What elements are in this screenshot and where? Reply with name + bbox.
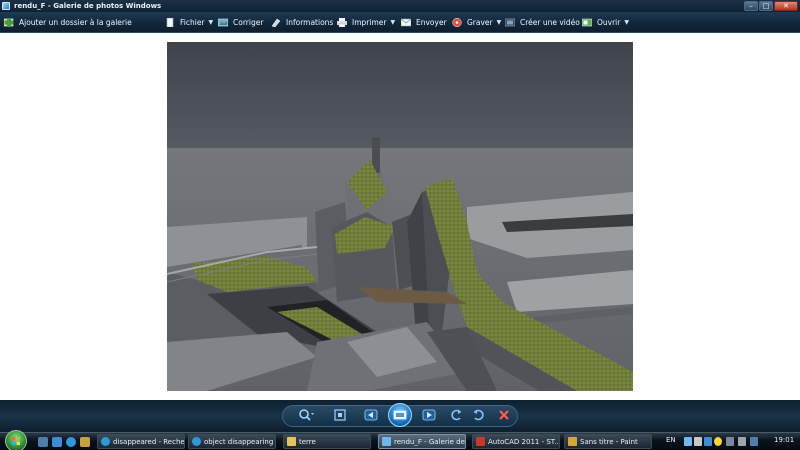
windows-logo-icon (12, 437, 20, 445)
slideshow-icon (393, 410, 407, 420)
taskbar-item-photo-gallery[interactable]: rendu_F - Galerie de... (378, 434, 466, 449)
playback-controls-bar (0, 400, 800, 432)
menu-open[interactable]: Ouvrir ▼ (581, 16, 629, 29)
actual-size-button[interactable] (333, 408, 347, 422)
menu-file-label: Fichier (180, 18, 205, 27)
taskbar-item-ie-2[interactable]: object disappearing ... (188, 434, 276, 449)
maximize-button[interactable]: □ (759, 1, 773, 11)
quick-launch-app-icon[interactable] (80, 437, 90, 447)
tray-misc-icon[interactable] (750, 437, 758, 446)
slideshow-button[interactable] (388, 403, 412, 427)
start-button[interactable] (5, 430, 27, 450)
menu-info-label: Informations (286, 18, 334, 27)
delete-icon (499, 410, 509, 420)
tray-bluetooth-icon[interactable] (704, 437, 712, 446)
actual-size-icon (334, 409, 346, 421)
chevron-down-icon: ▼ (390, 19, 396, 26)
window-controls: – □ ✕ (744, 1, 798, 11)
taskbar-item-paint[interactable]: Sans titre - Paint (564, 434, 652, 449)
menu-info[interactable]: Informations (271, 16, 333, 29)
taskbar-item-terre[interactable]: terre (283, 434, 371, 449)
fix-icon (217, 18, 229, 27)
menu-fix[interactable]: Corriger (217, 16, 264, 29)
previous-icon (364, 409, 378, 421)
photo-gallery-icon (382, 437, 391, 446)
previous-button[interactable] (364, 408, 378, 422)
language-indicator[interactable]: EN (666, 436, 676, 444)
tray-security-icon[interactable] (714, 437, 722, 446)
add-folder-label: Ajouter un dossier à la galerie (19, 18, 132, 27)
next-icon (422, 409, 436, 421)
tray-network-icon[interactable] (694, 437, 702, 446)
menu-fix-label: Corriger (233, 18, 264, 27)
add-folder-button[interactable]: Ajouter un dossier à la galerie (3, 16, 132, 29)
minimize-button[interactable]: – (744, 1, 758, 11)
rotate-left-icon (451, 409, 462, 421)
network-icon[interactable] (726, 437, 734, 446)
menu-email-label: Envoyer (416, 18, 447, 27)
add-folder-icon (3, 18, 14, 27)
open-icon (581, 18, 593, 27)
taskbar-item-label: AutoCAD 2011 - ST... (488, 437, 560, 446)
show-desktop-icon[interactable] (38, 437, 48, 447)
taskbar-item-label: Sans titre - Paint (580, 437, 638, 446)
paint-icon (568, 437, 577, 446)
viewer-area (0, 33, 800, 400)
ie-icon (101, 437, 110, 446)
zoom-button[interactable] (298, 408, 314, 422)
chevron-down-icon: ▼ (496, 19, 502, 26)
chevron-down-icon: ▼ (208, 19, 214, 26)
volume-icon[interactable] (738, 437, 746, 446)
command-bar: Ajouter un dossier à la galerie Fichier … (0, 12, 800, 33)
rendered-image (167, 42, 633, 391)
email-icon (400, 18, 412, 27)
menu-print-label: Imprimer (352, 18, 387, 27)
file-icon (165, 17, 175, 28)
rotate-left-button[interactable] (450, 408, 464, 422)
menu-open-label: Ouvrir (597, 18, 621, 27)
menu-file[interactable]: Fichier ▼ (165, 16, 213, 29)
taskbar-item-label: terre (299, 437, 316, 446)
close-button[interactable]: ✕ (774, 1, 798, 11)
architectural-render-image (167, 42, 633, 391)
internet-explorer-icon[interactable] (66, 437, 76, 447)
printer-icon (337, 18, 347, 28)
movie-icon (504, 18, 516, 27)
photo-gallery-icon (2, 2, 10, 10)
next-button[interactable] (422, 408, 436, 422)
disc-icon (452, 17, 462, 28)
taskbar-item-label: object disappearing ... (204, 437, 276, 446)
zoom-icon (299, 409, 314, 421)
menu-make-movie[interactable]: Créer une vidéo (504, 16, 580, 29)
taskbar-item-label: rendu_F - Galerie de... (394, 437, 466, 446)
taskbar-item-ie-1[interactable]: disappeared - Reche... (97, 434, 185, 449)
menu-burn[interactable]: Graver ▼ (452, 16, 501, 29)
chevron-down-icon: ▼ (624, 19, 629, 26)
delete-button[interactable] (497, 408, 511, 422)
taskbar-item-label: disappeared - Reche... (113, 437, 185, 446)
rotate-right-button[interactable] (471, 408, 485, 422)
window-title: rendu_F - Galerie de photos Windows (14, 2, 162, 10)
menu-email[interactable]: Envoyer (400, 16, 447, 29)
tray-app-icon[interactable] (684, 437, 692, 446)
switch-windows-icon[interactable] (52, 437, 62, 447)
menu-make-movie-label: Créer une vidéo (520, 18, 580, 27)
taskbar-item-autocad[interactable]: AutoCAD 2011 - ST... (472, 434, 560, 449)
title-bar: rendu_F - Galerie de photos Windows – □ … (0, 0, 800, 12)
info-icon (271, 18, 281, 28)
autocad-icon (476, 437, 485, 446)
menu-print[interactable]: Imprimer ▼ (337, 16, 395, 29)
rotate-right-icon (473, 409, 484, 421)
clock[interactable]: 19:01 (774, 436, 794, 444)
folder-icon (287, 437, 296, 446)
taskbar: disappeared - Reche... object disappeari… (0, 430, 800, 450)
menu-burn-label: Graver (467, 18, 493, 27)
ie-icon (192, 437, 201, 446)
